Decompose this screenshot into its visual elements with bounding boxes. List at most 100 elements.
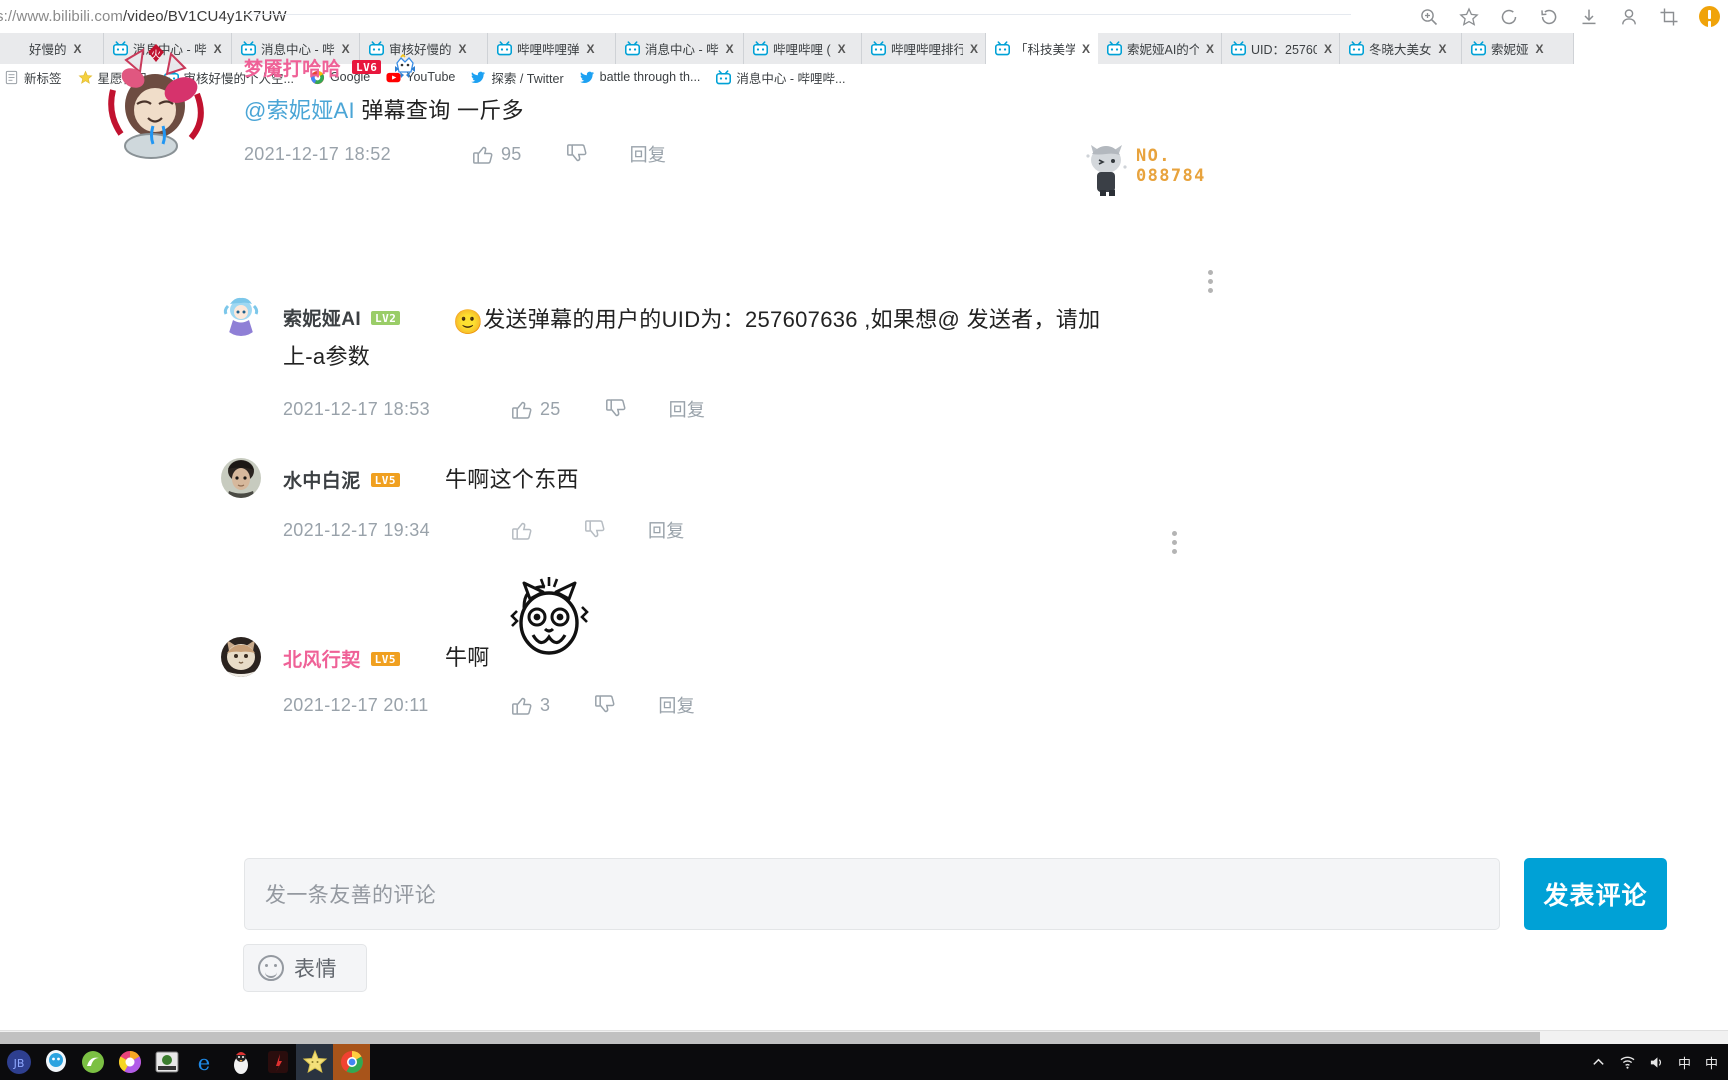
comment-input[interactable]: 发一条友善的评论 <box>244 858 1500 930</box>
profile-icon[interactable] <box>1619 7 1639 27</box>
reply-button[interactable]: 回复 <box>648 517 685 543</box>
taskbar-item-jetbrains-icon[interactable]: JB <box>0 1044 37 1080</box>
reply-button[interactable]: 回复 <box>669 396 706 422</box>
bookmark-item[interactable]: 新标签 <box>4 68 62 87</box>
dislike-button[interactable] <box>605 398 627 420</box>
reply-meta: 2021-12-17 18:53 25 回复 <box>283 396 705 422</box>
scrollbar-thumb[interactable] <box>0 1032 1540 1044</box>
chrome-icon <box>339 1049 365 1075</box>
taskbar-item-terminal-icon[interactable] <box>148 1044 185 1080</box>
url-bar[interactable]: s://www.bilibili.com/video/BV1CU4y1K7UW <box>0 0 1728 33</box>
level-badge: LV6 <box>352 60 382 74</box>
taskbar-item-penguin-icon[interactable] <box>222 1044 259 1080</box>
ime-language-indicator[interactable]: 中 <box>1678 1053 1691 1072</box>
url-origin: s://www.bilibili.com <box>0 8 124 25</box>
tab-close-icon[interactable]: X <box>838 43 846 55</box>
more-options-icon[interactable] <box>1208 270 1213 293</box>
taskbar-item-chrome-icon[interactable] <box>333 1044 370 1080</box>
avatar[interactable]: 火 <box>93 38 217 162</box>
tab-close-icon[interactable]: X <box>587 43 595 55</box>
section-divider <box>244 14 1351 15</box>
tab-close-icon[interactable]: X <box>459 43 467 55</box>
ime-mode-indicator[interactable]: 中 <box>1705 1053 1718 1072</box>
browser-window: s://www.bilibili.com/video/BV1CU4y1K7UW <box>0 0 1728 1080</box>
dark-red-icon <box>265 1049 291 1075</box>
browser-tab[interactable]: 冬晓大美女 X <box>1340 33 1462 64</box>
reply-button[interactable]: 回复 <box>630 141 667 167</box>
tab-label: 好慢的 <box>29 43 67 57</box>
reply-text-line1: 发送弹幕的用户的UID为：257607636 ,如果想@ 发送者，请加 <box>483 307 1101 332</box>
avatar[interactable] <box>221 458 261 498</box>
thumbs-down-icon <box>584 519 606 541</box>
horizontal-scrollbar[interactable] <box>0 1030 1728 1044</box>
dislike-button[interactable] <box>594 694 616 716</box>
tab-close-icon[interactable]: X <box>1439 43 1447 55</box>
timestamp: 2021-12-17 18:53 <box>283 398 430 419</box>
browser-tab[interactable]: 好慢的 X <box>0 33 104 64</box>
username[interactable]: 索妮娅AI <box>283 304 361 331</box>
reply-button[interactable]: 回复 <box>658 692 695 718</box>
bookmark-star-icon[interactable] <box>1459 6 1479 27</box>
tab-close-icon[interactable]: X <box>1206 43 1214 55</box>
svg-text:JB: JB <box>12 1057 24 1070</box>
tab-close-icon[interactable]: X <box>1082 43 1090 55</box>
more-options-icon[interactable] <box>1172 531 1177 554</box>
url-text[interactable]: s://www.bilibili.com/video/BV1CU4y1K7UW <box>0 8 287 25</box>
reply-text: 牛啊 <box>445 645 490 670</box>
reply-text-line2: 上-a参数 <box>283 344 371 369</box>
ie-icon: e <box>191 1049 217 1075</box>
avatar[interactable] <box>221 296 261 336</box>
dislike-button[interactable] <box>584 519 606 541</box>
taskbar: JB e 中 中 <box>0 1044 1728 1080</box>
mention-link[interactable]: @索妮娅AI <box>244 98 355 123</box>
badge-number-text: NO. 088784 <box>1136 146 1206 186</box>
avatar[interactable] <box>221 637 261 677</box>
reply-user-row: 水中白泥 LV5 <box>283 466 400 493</box>
bilibili-icon <box>1348 41 1365 56</box>
taskbar-item-star-yellow-icon[interactable] <box>296 1044 333 1080</box>
like-button[interactable]: 95 <box>472 143 522 165</box>
username[interactable]: 梦魇打哈哈 <box>244 54 341 81</box>
tab-close-icon[interactable]: X <box>74 43 82 55</box>
thumbs-down-icon <box>594 694 616 716</box>
tab-close-icon[interactable]: X <box>1324 43 1332 55</box>
tab-close-icon[interactable]: X <box>342 43 350 55</box>
username[interactable]: 北风行契 <box>283 645 361 672</box>
bilibili-icon <box>1470 41 1487 56</box>
browser-tab[interactable]: 索妮娅 X <box>1462 33 1574 64</box>
reply-meta: 2021-12-17 20:11 3 回复 <box>283 692 695 718</box>
svg-text:e: e <box>197 1051 209 1075</box>
reply-user-row: 北风行契 LV5 <box>283 645 400 672</box>
taskbar-item-qq-icon[interactable] <box>37 1044 74 1080</box>
like-button[interactable]: 25 <box>511 398 561 420</box>
zoom-in-icon[interactable] <box>1419 7 1439 27</box>
history-icon[interactable] <box>1539 7 1559 27</box>
like-button[interactable] <box>511 519 540 541</box>
reply-text: 牛啊这个东西 <box>445 467 579 492</box>
svg-text:火: 火 <box>151 49 161 61</box>
tab-close-icon[interactable]: X <box>970 43 978 55</box>
dislike-button[interactable] <box>566 143 588 165</box>
download-icon[interactable] <box>1579 7 1599 27</box>
badge-avatar-icon <box>1080 140 1134 196</box>
emoji-picker-button[interactable]: 表情 <box>243 944 367 992</box>
taskbar-item-ie-icon[interactable]: e <box>185 1044 222 1080</box>
taskbar-item-edge-legacy-icon[interactable] <box>74 1044 111 1080</box>
network-icon[interactable] <box>1620 1055 1635 1070</box>
username[interactable]: 水中白泥 <box>283 466 361 493</box>
post-comment-button[interactable]: 发表评论 <box>1524 858 1667 930</box>
like-button[interactable]: 3 <box>511 694 550 716</box>
taskbar-item-chrome-colored-icon[interactable] <box>111 1044 148 1080</box>
refresh-circle-icon[interactable] <box>1499 7 1519 27</box>
crop-icon[interactable] <box>1659 7 1679 27</box>
volume-icon[interactable] <box>1649 1055 1664 1070</box>
tab-close-icon[interactable]: X <box>726 43 734 55</box>
tab-close-icon[interactable]: X <box>1536 43 1544 55</box>
tab-label: 索妮娅 <box>1491 43 1529 57</box>
taskbar-item-dark-red-icon[interactable] <box>259 1044 296 1080</box>
alert-icon[interactable] <box>1699 6 1720 27</box>
like-count: 3 <box>540 694 551 715</box>
badge-no-label: NO. <box>1136 146 1171 166</box>
chevron-up-icon[interactable] <box>1591 1055 1606 1070</box>
smiley-emoji-icon: 🙂 <box>453 309 484 336</box>
